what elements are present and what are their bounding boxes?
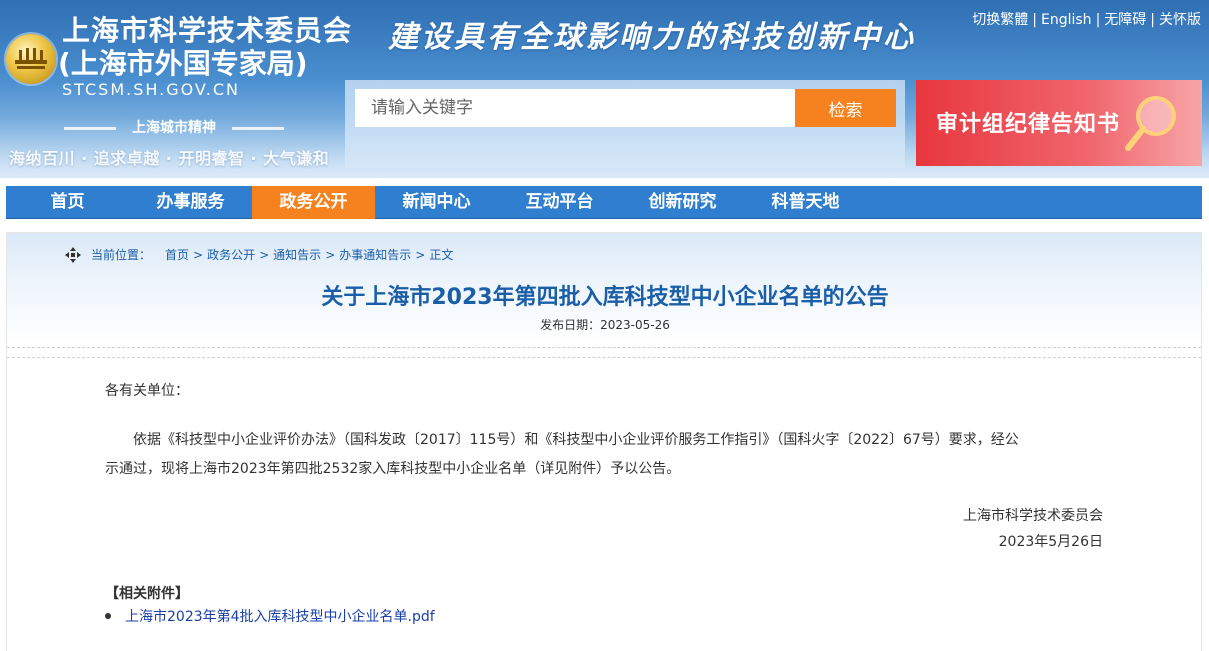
divider xyxy=(7,347,1201,348)
org-emblem-logo[interactable] xyxy=(6,34,56,84)
city-spirit-title: 上海城市精神 xyxy=(60,118,288,138)
emblem-icon xyxy=(15,48,47,69)
attachments-heading: 【相关附件】 xyxy=(105,586,189,602)
main-nav: 首页 办事服务 政务公开 新闻中心 互动平台 创新研究 科普天地 xyxy=(6,186,1202,219)
link-separator: | xyxy=(1095,12,1101,28)
attachment-pdf-link[interactable]: 上海市2023年第4批入库科技型中小企业名单.pdf xyxy=(125,606,435,626)
signature-org: 上海市科学技术委员会 xyxy=(963,508,1103,524)
breadcrumb-separator: > xyxy=(415,248,426,262)
breadcrumb-gov-affairs[interactable]: 政务公开 xyxy=(207,247,255,263)
salutation: 各有关单位： xyxy=(105,383,189,399)
breadcrumb-service-notices[interactable]: 办事通知告示 xyxy=(339,247,411,263)
nav-interaction[interactable]: 互动平台 xyxy=(498,186,621,219)
attachment-item: 上海市2023年第4批入库科技型中小企业名单.pdf xyxy=(105,606,435,626)
publish-date: 发布日期：2023-05-26 xyxy=(540,318,670,332)
signature-date: 2023年5月26日 xyxy=(998,534,1103,550)
breadcrumb-current[interactable]: 正文 xyxy=(429,247,453,263)
breadcrumb: 当前位置： 首页 > 政务公开 > 通知告示 > 办事通知告示 > 正文 xyxy=(65,247,453,263)
body-paragraph-line-2: 示通过，现将上海市2023年第四批2532家入库科技型中小企业名单（详见附件）予… xyxy=(105,461,681,477)
nav-services[interactable]: 办事服务 xyxy=(129,186,252,219)
slogan-banner: 建设具有全球影响力的科技创新中心 xyxy=(388,20,916,55)
top-links: 切换繁體 | English | 无障碍 | 关怀版 xyxy=(972,11,1201,29)
traditional-chinese-link[interactable]: 切换繁體 xyxy=(972,12,1028,28)
accessibility-link[interactable]: 无障碍 xyxy=(1104,12,1146,28)
body-paragraph-line-1: 依据《科技型中小企业评价办法》（国科发政〔2017〕115号）和《科技型中小企业… xyxy=(133,432,1019,448)
search-input[interactable] xyxy=(355,89,795,127)
article-title: 关于上海市2023年第四批入库科技型中小企业名单的公告 xyxy=(321,285,889,310)
search-panel: 检索 xyxy=(345,80,905,168)
city-spirit-text: 海纳百川 · 追求卓越 · 开明睿智 · 大气谦和 xyxy=(9,149,330,168)
elderly-mode-link[interactable]: 关怀版 xyxy=(1159,12,1201,28)
english-link[interactable]: English xyxy=(1041,12,1092,28)
nav-science-pop[interactable]: 科普天地 xyxy=(744,186,867,219)
breadcrumb-notices[interactable]: 通知告示 xyxy=(273,247,321,263)
breadcrumb-label: 当前位置： xyxy=(91,248,152,262)
link-separator: | xyxy=(1150,12,1155,28)
org-name[interactable]: 上海市科学技术委员会 xyxy=(62,14,352,48)
search-button[interactable]: 检索 xyxy=(795,89,896,127)
org-domain: STCSM.SH.GOV.CN xyxy=(62,80,241,99)
nav-home[interactable]: 首页 xyxy=(6,186,129,219)
divider xyxy=(7,357,1201,358)
breadcrumb-separator: > xyxy=(325,248,336,262)
breadcrumb-home[interactable]: 首页 xyxy=(165,247,189,263)
nav-innovation[interactable]: 创新研究 xyxy=(621,186,744,219)
org-subtitle: (上海市外国专家局) xyxy=(58,47,308,80)
audit-notice-banner[interactable]: 审计组纪律告知书 xyxy=(916,80,1202,166)
breadcrumb-separator: > xyxy=(259,248,270,262)
nav-gov-affairs[interactable]: 政务公开 xyxy=(252,186,375,219)
breadcrumb-separator: > xyxy=(193,248,204,262)
nav-news[interactable]: 新闻中心 xyxy=(375,186,498,219)
article-container: 当前位置： 首页 > 政务公开 > 通知告示 > 办事通知告示 > 正文 关于上… xyxy=(6,232,1202,651)
link-separator: | xyxy=(1032,12,1037,28)
bullet-icon xyxy=(105,613,111,619)
audit-notice-text: 审计组纪律告知书 xyxy=(936,112,1121,137)
location-crosshair-icon xyxy=(65,247,81,263)
magnifier-icon xyxy=(1125,96,1176,151)
